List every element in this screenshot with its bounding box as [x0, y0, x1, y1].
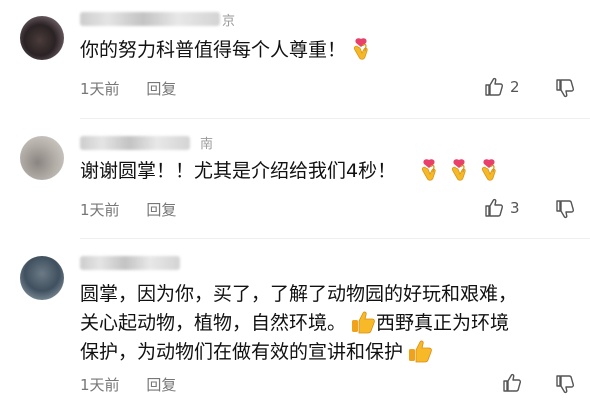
timestamp: 1天前 — [80, 376, 120, 394]
comment-line-3: 保护，为动物们在做有效的宣讲和保护 — [80, 338, 517, 367]
timestamp: 1天前 — [80, 201, 120, 219]
thumbs-up-icon — [484, 198, 504, 218]
comment-text: 谢谢圆掌！！尤其是介绍给我们4秒！ — [80, 157, 500, 185]
thumbs-down-icon[interactable] — [555, 374, 575, 394]
crossed-fingers-heart-icon — [418, 158, 440, 182]
location-label: 京 — [222, 14, 236, 29]
comment-text: 圆掌，因为你，买了，了解了动物园的好玩和艰难， 关心起动物，植物，自然环境。 西野… — [80, 280, 517, 367]
avatar[interactable] — [20, 16, 64, 60]
thumbs-up-icon — [502, 373, 522, 393]
comment-text-content: 谢谢圆掌！！尤其是介绍给我们4秒！ — [80, 160, 397, 182]
like-count: 3 — [510, 199, 520, 217]
comment-line-2: 关心起动物，植物，自然环境。 西野真正为环境 — [80, 309, 517, 338]
comment-line-2a: 关心起动物，植物，自然环境。 — [80, 312, 347, 334]
like-button[interactable]: 2 — [484, 77, 520, 97]
thumbs-down-icon[interactable] — [555, 199, 575, 219]
comment-text-content: 你的努力科普值得每个人尊重！ — [80, 39, 347, 61]
reply-button[interactable]: 回复 — [146, 80, 176, 98]
timestamp: 1天前 — [80, 80, 120, 98]
comment-meta: 1天前 回复 — [80, 78, 198, 99]
thumbs-up-emoji-icon — [350, 310, 376, 334]
like-button[interactable]: 3 — [484, 198, 520, 218]
username-blurred[interactable] — [80, 256, 180, 270]
avatar[interactable] — [20, 136, 64, 180]
comment-text: 你的努力科普值得每个人尊重！ — [80, 36, 372, 64]
comment-line-1: 圆掌，因为你，买了，了解了动物园的好玩和艰难， — [80, 283, 518, 305]
location-label: 南 — [200, 137, 214, 152]
thumbs-up-emoji-icon — [407, 339, 433, 363]
reply-button[interactable]: 回复 — [146, 201, 176, 219]
comment-line-2b: 西野真正为环境 — [376, 312, 510, 334]
comment-line-3-text: 保护，为动物们在做有效的宣讲和保护 — [80, 341, 404, 363]
reply-button[interactable]: 回复 — [146, 376, 176, 394]
comment-meta: 1天前 回复 — [80, 199, 198, 220]
username-blurred[interactable] — [80, 136, 190, 150]
crossed-fingers-heart-icon — [448, 158, 470, 182]
thumbs-down-icon[interactable] — [555, 78, 575, 98]
divider — [80, 238, 590, 239]
like-count: 2 — [510, 78, 520, 96]
divider — [80, 118, 590, 119]
like-button[interactable] — [502, 373, 522, 393]
username-blurred[interactable] — [80, 12, 220, 26]
crossed-fingers-heart-icon — [478, 158, 500, 182]
thumbs-up-icon — [484, 77, 504, 97]
comment-meta: 1天前 回复 — [80, 374, 198, 395]
crossed-fingers-heart-icon — [350, 37, 372, 61]
avatar[interactable] — [20, 256, 64, 300]
